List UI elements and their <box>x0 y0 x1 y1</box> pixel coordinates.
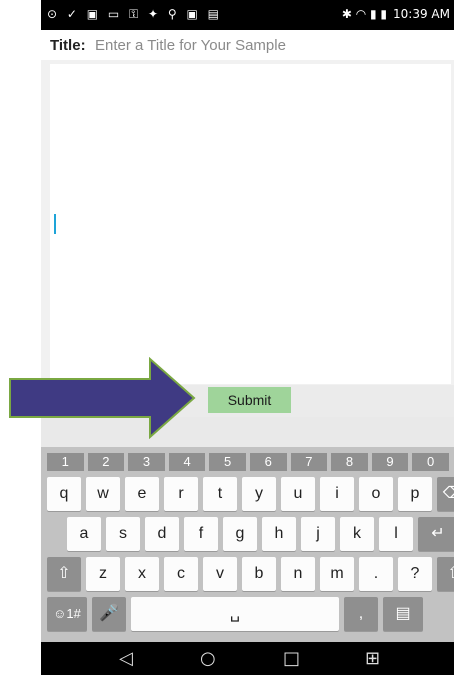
title-input[interactable] <box>89 33 454 57</box>
key-4[interactable]: 4 <box>168 453 206 471</box>
microphone-icon: 🎤 <box>99 605 119 622</box>
shift-icon: ⇧ <box>447 565 454 582</box>
key-9[interactable]: 9 <box>371 453 409 471</box>
menu-icon[interactable]: ⊞ <box>365 648 380 669</box>
key-x[interactable]: x <box>125 557 159 591</box>
clock: 10:39 AM <box>393 7 450 21</box>
key-i[interactable]: i <box>320 477 354 511</box>
clipboard-key[interactable]: ▤ <box>383 597 423 631</box>
key-s[interactable]: s <box>106 517 140 551</box>
status-right: ✱ ◠ ▮ ▮ 10:39 AM <box>342 7 450 21</box>
pointer-arrow <box>9 357 196 439</box>
backspace-icon: ⌫ <box>442 485 454 502</box>
back-icon[interactable]: ◁ <box>119 648 133 669</box>
key-row-1: q w e r t y u i o p ⌫ <box>47 477 454 511</box>
key-y[interactable]: y <box>242 477 276 511</box>
key-6[interactable]: 6 <box>249 453 287 471</box>
home-icon[interactable]: ○ <box>200 648 216 669</box>
key-e[interactable]: e <box>125 477 159 511</box>
key-z[interactable]: z <box>86 557 120 591</box>
key-v[interactable]: v <box>203 557 237 591</box>
clipboard-icon: ▤ <box>395 605 411 622</box>
comma-key[interactable]: , <box>344 597 378 631</box>
key-u[interactable]: u <box>281 477 315 511</box>
title-label: Title: <box>50 37 86 54</box>
key-row-2: a s d f g h j k l ↵ <box>67 517 454 551</box>
enter-key[interactable]: ↵ <box>418 517 454 551</box>
shift-key-left[interactable]: ⇧ <box>47 557 81 591</box>
key-n[interactable]: n <box>281 557 315 591</box>
key-g[interactable]: g <box>223 517 257 551</box>
space-key[interactable]: ␣ <box>131 597 339 631</box>
key-p[interactable]: p <box>398 477 432 511</box>
signal-icons: ✱ ◠ ▮ ▮ <box>341 7 388 21</box>
key-k[interactable]: k <box>340 517 374 551</box>
key-7[interactable]: 7 <box>290 453 328 471</box>
submit-button[interactable]: Submit <box>208 387 291 413</box>
key-3[interactable]: 3 <box>128 453 165 471</box>
key-0[interactable]: 0 <box>412 453 449 471</box>
key-h[interactable]: h <box>262 517 296 551</box>
key-5[interactable]: 5 <box>209 453 246 471</box>
microphone-key[interactable]: 🎤 <box>92 597 126 631</box>
shift-icon: ⇧ <box>57 565 71 582</box>
key-8[interactable]: 8 <box>331 453 368 471</box>
key-j[interactable]: j <box>301 517 335 551</box>
key-r[interactable]: r <box>164 477 198 511</box>
shift-key-right[interactable]: ⇧ <box>437 557 454 591</box>
recents-icon[interactable]: □ <box>283 648 300 669</box>
key-row-3: ⇧ z x c v b n m . ? ⇧ <box>47 557 454 591</box>
key-m[interactable]: m <box>320 557 354 591</box>
key-b[interactable]: b <box>242 557 276 591</box>
key-c[interactable]: c <box>164 557 198 591</box>
key-row-4: ☺1# 🎤 ␣ , ▤ <box>47 597 423 631</box>
navigation-bar: ◁ ○ □ ⊞ <box>41 642 454 675</box>
sample-text-area[interactable] <box>50 64 451 384</box>
enter-icon: ↵ <box>431 525 445 542</box>
key-w[interactable]: w <box>86 477 120 511</box>
key-q[interactable]: q <box>47 477 81 511</box>
key-o[interactable]: o <box>359 477 393 511</box>
key-question[interactable]: ? <box>398 557 432 591</box>
space-icon: ␣ <box>229 605 241 622</box>
key-a[interactable]: a <box>67 517 101 551</box>
text-caret <box>54 214 56 234</box>
number-row: 1 2 3 4 5 6 7 8 9 0 <box>47 453 449 471</box>
title-row: Title: <box>41 30 454 60</box>
notification-icons: ⊙ ✓ ▣ ▭ ⚿ ✦ ⚲ ▣ ▤ <box>47 7 222 21</box>
soft-keyboard: 1 2 3 4 5 6 7 8 9 0 q w e r t y u i o p … <box>41 447 454 642</box>
backspace-key[interactable]: ⌫ <box>437 477 454 511</box>
phone-screen: ⊙ ✓ ▣ ▭ ⚿ ✦ ⚲ ▣ ▤ ✱ ◠ ▮ ▮ 10:39 AM Title… <box>41 0 454 675</box>
key-1[interactable]: 1 <box>47 453 84 471</box>
key-period[interactable]: . <box>359 557 393 591</box>
key-f[interactable]: f <box>184 517 218 551</box>
key-t[interactable]: t <box>203 477 237 511</box>
key-2[interactable]: 2 <box>87 453 125 471</box>
symbols-key[interactable]: ☺1# <box>47 597 87 631</box>
key-d[interactable]: d <box>145 517 179 551</box>
status-bar: ⊙ ✓ ▣ ▭ ⚿ ✦ ⚲ ▣ ▤ ✱ ◠ ▮ ▮ 10:39 AM <box>41 0 454 30</box>
key-l[interactable]: l <box>379 517 413 551</box>
